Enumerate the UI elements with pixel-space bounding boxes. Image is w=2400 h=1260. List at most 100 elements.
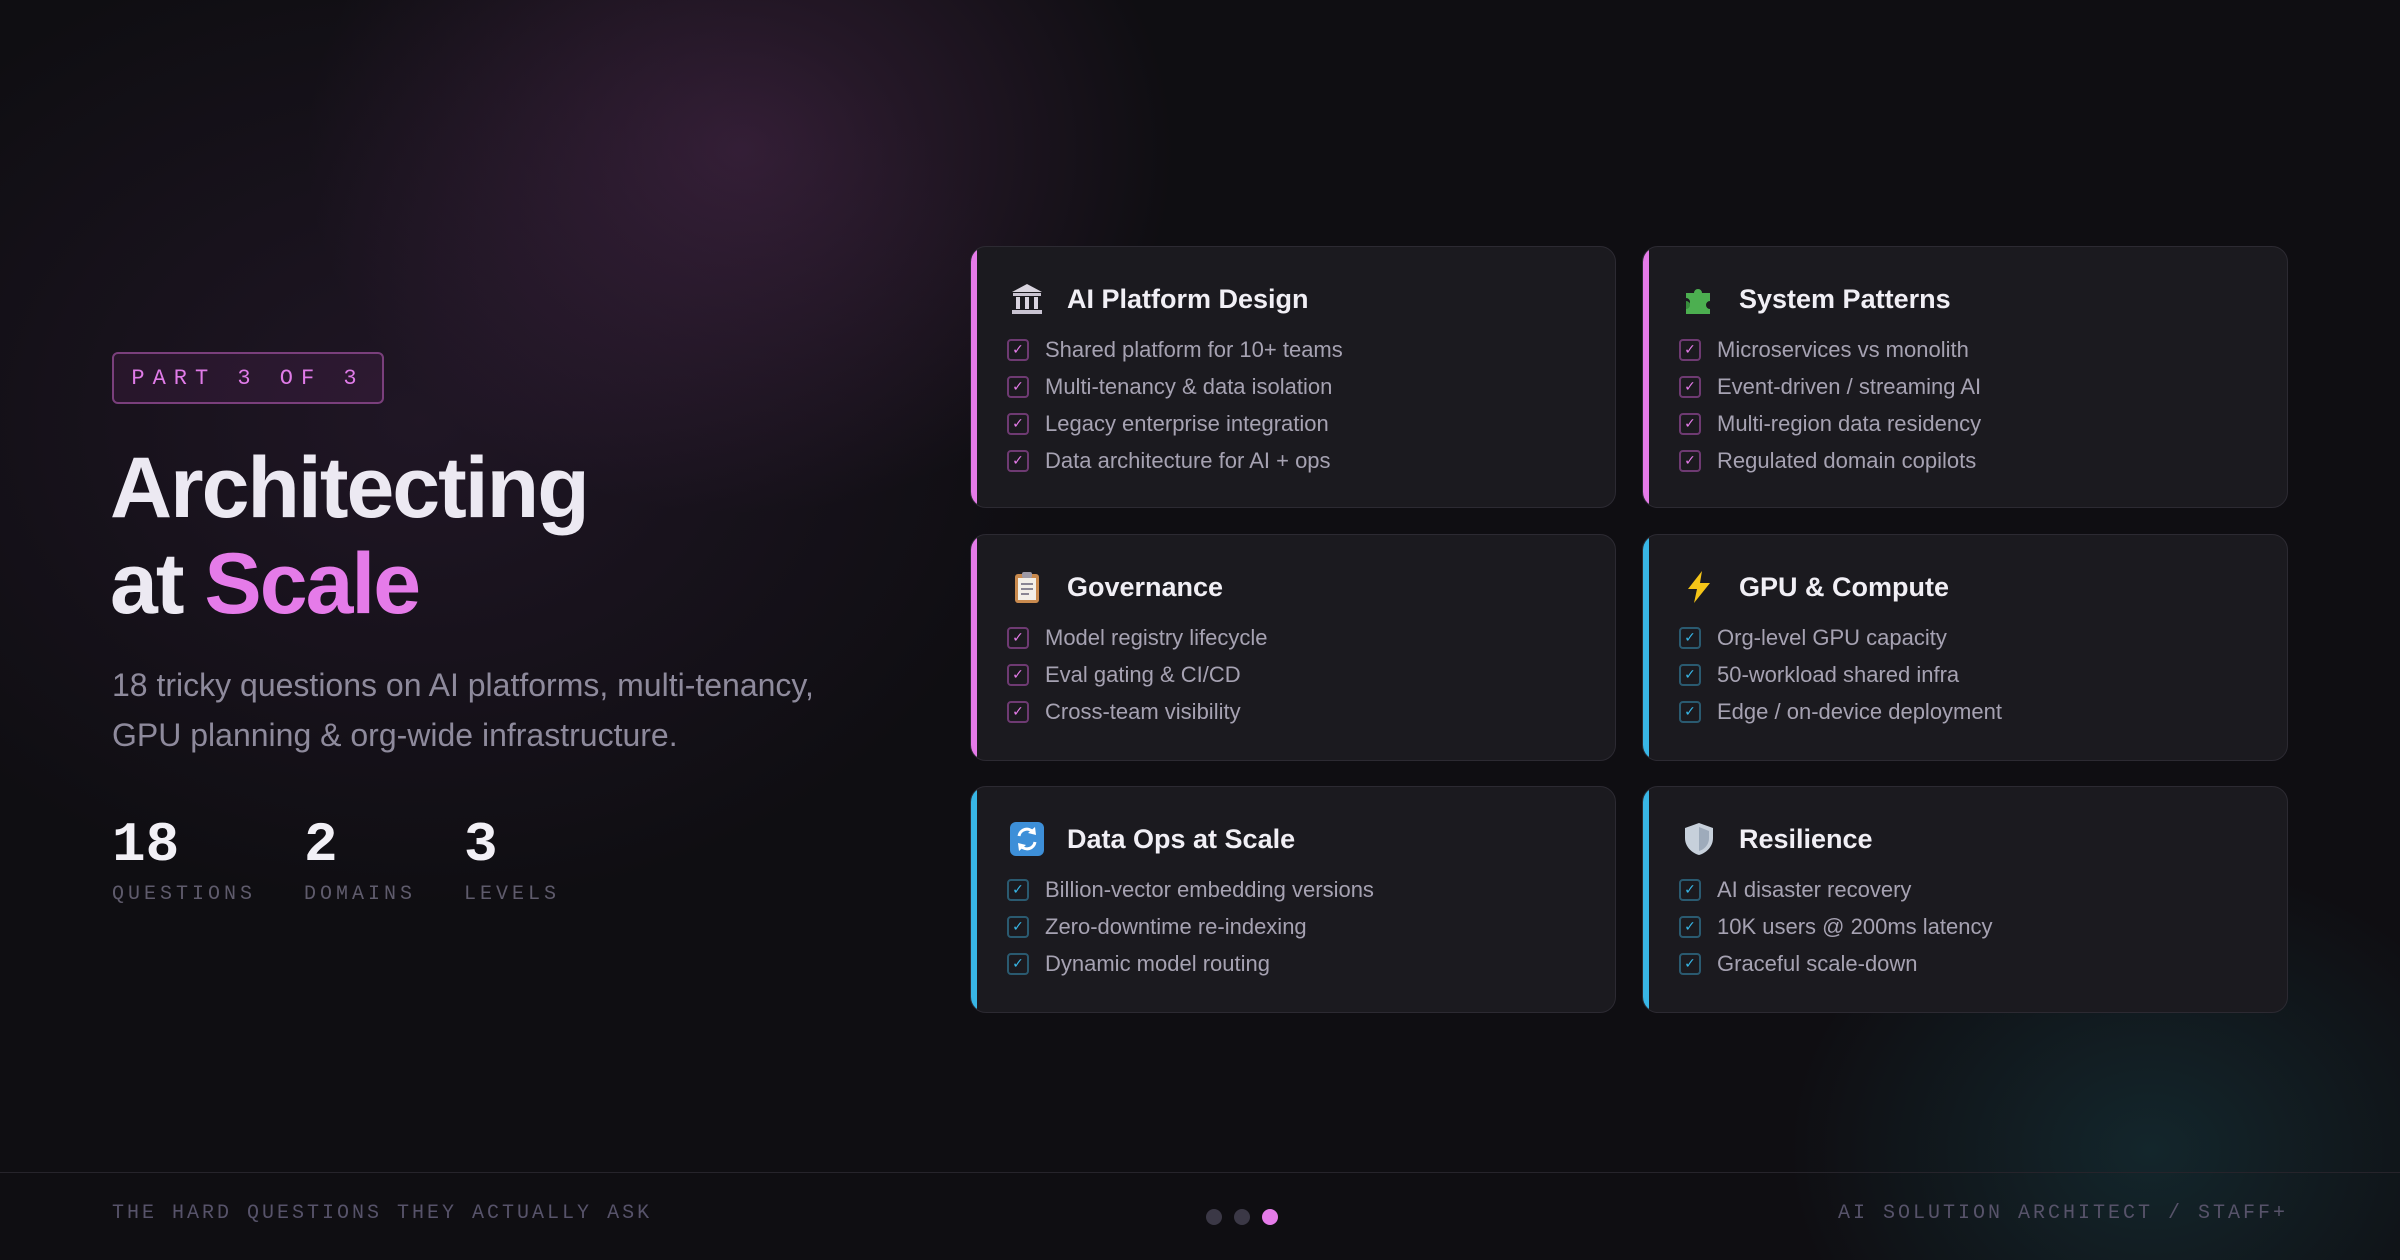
item-label: Billion-vector embedding versions bbox=[1045, 876, 1374, 902]
list-item: ✓ AI disaster recovery bbox=[1679, 871, 1992, 908]
checkbox-checked-icon: ✓ bbox=[1679, 700, 1701, 723]
checkbox-checked-icon: ✓ bbox=[1679, 412, 1701, 435]
list-item: ✓ Org-level GPU capacity bbox=[1679, 619, 2002, 656]
checkbox-checked-icon: ✓ bbox=[1007, 412, 1029, 435]
page-title: Architecting at Scale bbox=[110, 440, 590, 632]
checkbox-checked-icon: ✓ bbox=[1679, 338, 1701, 361]
topic-card-resilience: Resilience ✓ AI disaster recovery ✓ 10K us… bbox=[1642, 786, 2288, 1013]
footer-role: AI SOLUTION ARCHITECT / STAFF+ bbox=[1837, 1202, 2288, 1225]
item-label: 10K users @ 200ms latency bbox=[1717, 913, 1993, 939]
part-badge: PART 3 OF 3 bbox=[112, 352, 384, 404]
checkbox-checked-icon: ✓ bbox=[1679, 915, 1701, 938]
list-item: ✓ Dynamic model routing bbox=[1007, 945, 1374, 982]
item-label: Graceful scale-down bbox=[1717, 950, 1918, 976]
item-label: Eval gating & CI/CD bbox=[1045, 661, 1241, 687]
item-label: Multi-tenancy & data isolation bbox=[1045, 373, 1333, 399]
list-item: ✓ Event-driven / streaming AI bbox=[1679, 368, 1981, 405]
item-label: Legacy enterprise integration bbox=[1045, 410, 1329, 436]
list-item: ✓ Legacy enterprise integration bbox=[1007, 405, 1343, 442]
card-title: AI Platform Design bbox=[1067, 283, 1309, 314]
stat-label: LEVELS bbox=[464, 883, 561, 906]
list-item: ✓ Microservices vs monolith bbox=[1679, 331, 1981, 368]
list-item: ✓ Multi-region data residency bbox=[1679, 405, 1981, 442]
item-label: Org-level GPU capacity bbox=[1717, 624, 1947, 650]
list-item: ✓ Graceful scale-down bbox=[1679, 945, 1992, 982]
subtitle: 18 tricky questions on AI platforms, mul… bbox=[112, 667, 814, 753]
classical-building-icon bbox=[1007, 279, 1047, 319]
page-dot-1[interactable] bbox=[1206, 1209, 1222, 1225]
checkbox-checked-icon: ✓ bbox=[1007, 449, 1029, 472]
checkbox-checked-icon: ✓ bbox=[1007, 663, 1029, 686]
stat-label: QUESTIONS bbox=[112, 883, 257, 906]
checkbox-checked-icon: ✓ bbox=[1679, 626, 1701, 649]
card-title: Data Ops at Scale bbox=[1067, 823, 1296, 854]
lightning-icon bbox=[1679, 567, 1719, 607]
item-label: Zero-downtime re-indexing bbox=[1045, 913, 1307, 939]
topic-card-governance: Governance ✓ Model registry lifecycle ✓ Ev… bbox=[970, 534, 1616, 761]
list-item: ✓ Regulated domain copilots bbox=[1679, 442, 1981, 479]
card-title: Governance bbox=[1067, 571, 1224, 602]
card-item-list: ✓ Microservices vs monolith ✓ Event-driven… bbox=[1679, 331, 1981, 479]
item-label: Regulated domain copilots bbox=[1717, 447, 1977, 473]
list-item: ✓ Shared platform for 10+ teams bbox=[1007, 331, 1343, 368]
page-dot-2[interactable] bbox=[1234, 1209, 1250, 1225]
item-label: Shared platform for 10+ teams bbox=[1045, 336, 1343, 362]
card-title: Resilience bbox=[1739, 823, 1873, 854]
list-item: ✓ 50-workload shared infra bbox=[1679, 656, 2002, 693]
stat-questions: 18 QUESTIONS bbox=[112, 815, 256, 906]
topic-card-system-patterns: System Patterns ✓ Microservices vs monoli… bbox=[1642, 246, 2288, 508]
checkbox-checked-icon: ✓ bbox=[1007, 338, 1029, 361]
item-label: AI disaster recovery bbox=[1717, 876, 1912, 902]
item-label: Model registry lifecycle bbox=[1045, 624, 1268, 650]
checkbox-checked-icon: ✓ bbox=[1007, 700, 1029, 723]
stat-levels: 3 LEVELS bbox=[464, 815, 560, 906]
stat-value: 2 bbox=[304, 813, 338, 877]
card-item-list: ✓ Shared platform for 10+ teams ✓ Multi-te… bbox=[1007, 331, 1343, 479]
topic-card-gpu-compute: GPU & Compute ✓ Org-level GPU capacity ✓ 5… bbox=[1642, 534, 2288, 761]
checkbox-checked-icon: ✓ bbox=[1007, 375, 1029, 398]
checkbox-checked-icon: ✓ bbox=[1007, 626, 1029, 649]
checkbox-checked-icon: ✓ bbox=[1679, 663, 1701, 686]
card-item-list: ✓ Billion-vector embedding versions ✓ Zero… bbox=[1007, 871, 1374, 982]
checkbox-checked-icon: ✓ bbox=[1679, 449, 1701, 472]
checkbox-checked-icon: ✓ bbox=[1007, 952, 1029, 975]
item-label: Multi-region data residency bbox=[1717, 410, 1982, 436]
footer-tagline: THE HARD QUESTIONS THEY ACTUALLY ASK bbox=[112, 1202, 653, 1225]
list-item: ✓ Edge / on-device deployment bbox=[1679, 693, 2002, 730]
stat-value: 3 bbox=[464, 813, 498, 877]
title-line-1: Architecting bbox=[110, 440, 590, 536]
item-label: Cross-team visibility bbox=[1045, 698, 1241, 724]
item-label: Dynamic model routing bbox=[1045, 950, 1270, 976]
topic-card-data-ops-at-scale: Data Ops at Scale ✓ Billion-vector embedd… bbox=[970, 786, 1616, 1013]
stat-label: DOMAINS bbox=[304, 883, 417, 906]
refresh-arrows-icon bbox=[1007, 819, 1047, 859]
card-title: System Patterns bbox=[1739, 283, 1951, 314]
list-item: ✓ Zero-downtime re-indexing bbox=[1007, 908, 1374, 945]
title-accent-word: Scale bbox=[204, 536, 421, 632]
item-label: 50-workload shared infra bbox=[1717, 661, 1960, 687]
item-label: Event-driven / streaming AI bbox=[1717, 373, 1982, 399]
list-item: ✓ Billion-vector embedding versions bbox=[1007, 871, 1374, 908]
list-item: ✓ Eval gating & CI/CD bbox=[1007, 656, 1268, 693]
card-item-list: ✓ Org-level GPU capacity ✓ 50-workload sha… bbox=[1679, 619, 2002, 730]
checkbox-checked-icon: ✓ bbox=[1679, 375, 1701, 398]
stats-row: 18 QUESTIONS 2 DOMAINS 3 LEVELS bbox=[112, 815, 608, 906]
stat-value: 18 bbox=[112, 813, 180, 877]
stat-domains: 2 DOMAINS bbox=[304, 815, 416, 906]
list-item: ✓ 10K users @ 200ms latency bbox=[1679, 908, 1992, 945]
list-item: ✓ Model registry lifecycle bbox=[1007, 619, 1268, 656]
list-item: ✓ Data architecture for AI + ops bbox=[1007, 442, 1343, 479]
card-item-list: ✓ Model registry lifecycle ✓ Eval gating &… bbox=[1007, 619, 1268, 730]
card-title: GPU & Compute bbox=[1739, 571, 1950, 602]
item-label: Edge / on-device deployment bbox=[1717, 698, 2002, 724]
page-dot-3-active[interactable] bbox=[1262, 1209, 1278, 1225]
title-line-2-prefix: at bbox=[110, 536, 205, 632]
footer-divider bbox=[0, 1172, 2400, 1173]
checkbox-checked-icon: ✓ bbox=[1007, 878, 1029, 901]
card-item-list: ✓ AI disaster recovery ✓ 10K users @ 200ms… bbox=[1679, 871, 1992, 982]
list-item: ✓ Multi-tenancy & data isolation bbox=[1007, 368, 1343, 405]
checkbox-checked-icon: ✓ bbox=[1679, 878, 1701, 901]
pagination-dots bbox=[1206, 1209, 1278, 1225]
topic-card-ai-platform-design: AI Platform Design ✓ Shared platform for … bbox=[970, 246, 1616, 508]
checkbox-checked-icon: ✓ bbox=[1679, 952, 1701, 975]
